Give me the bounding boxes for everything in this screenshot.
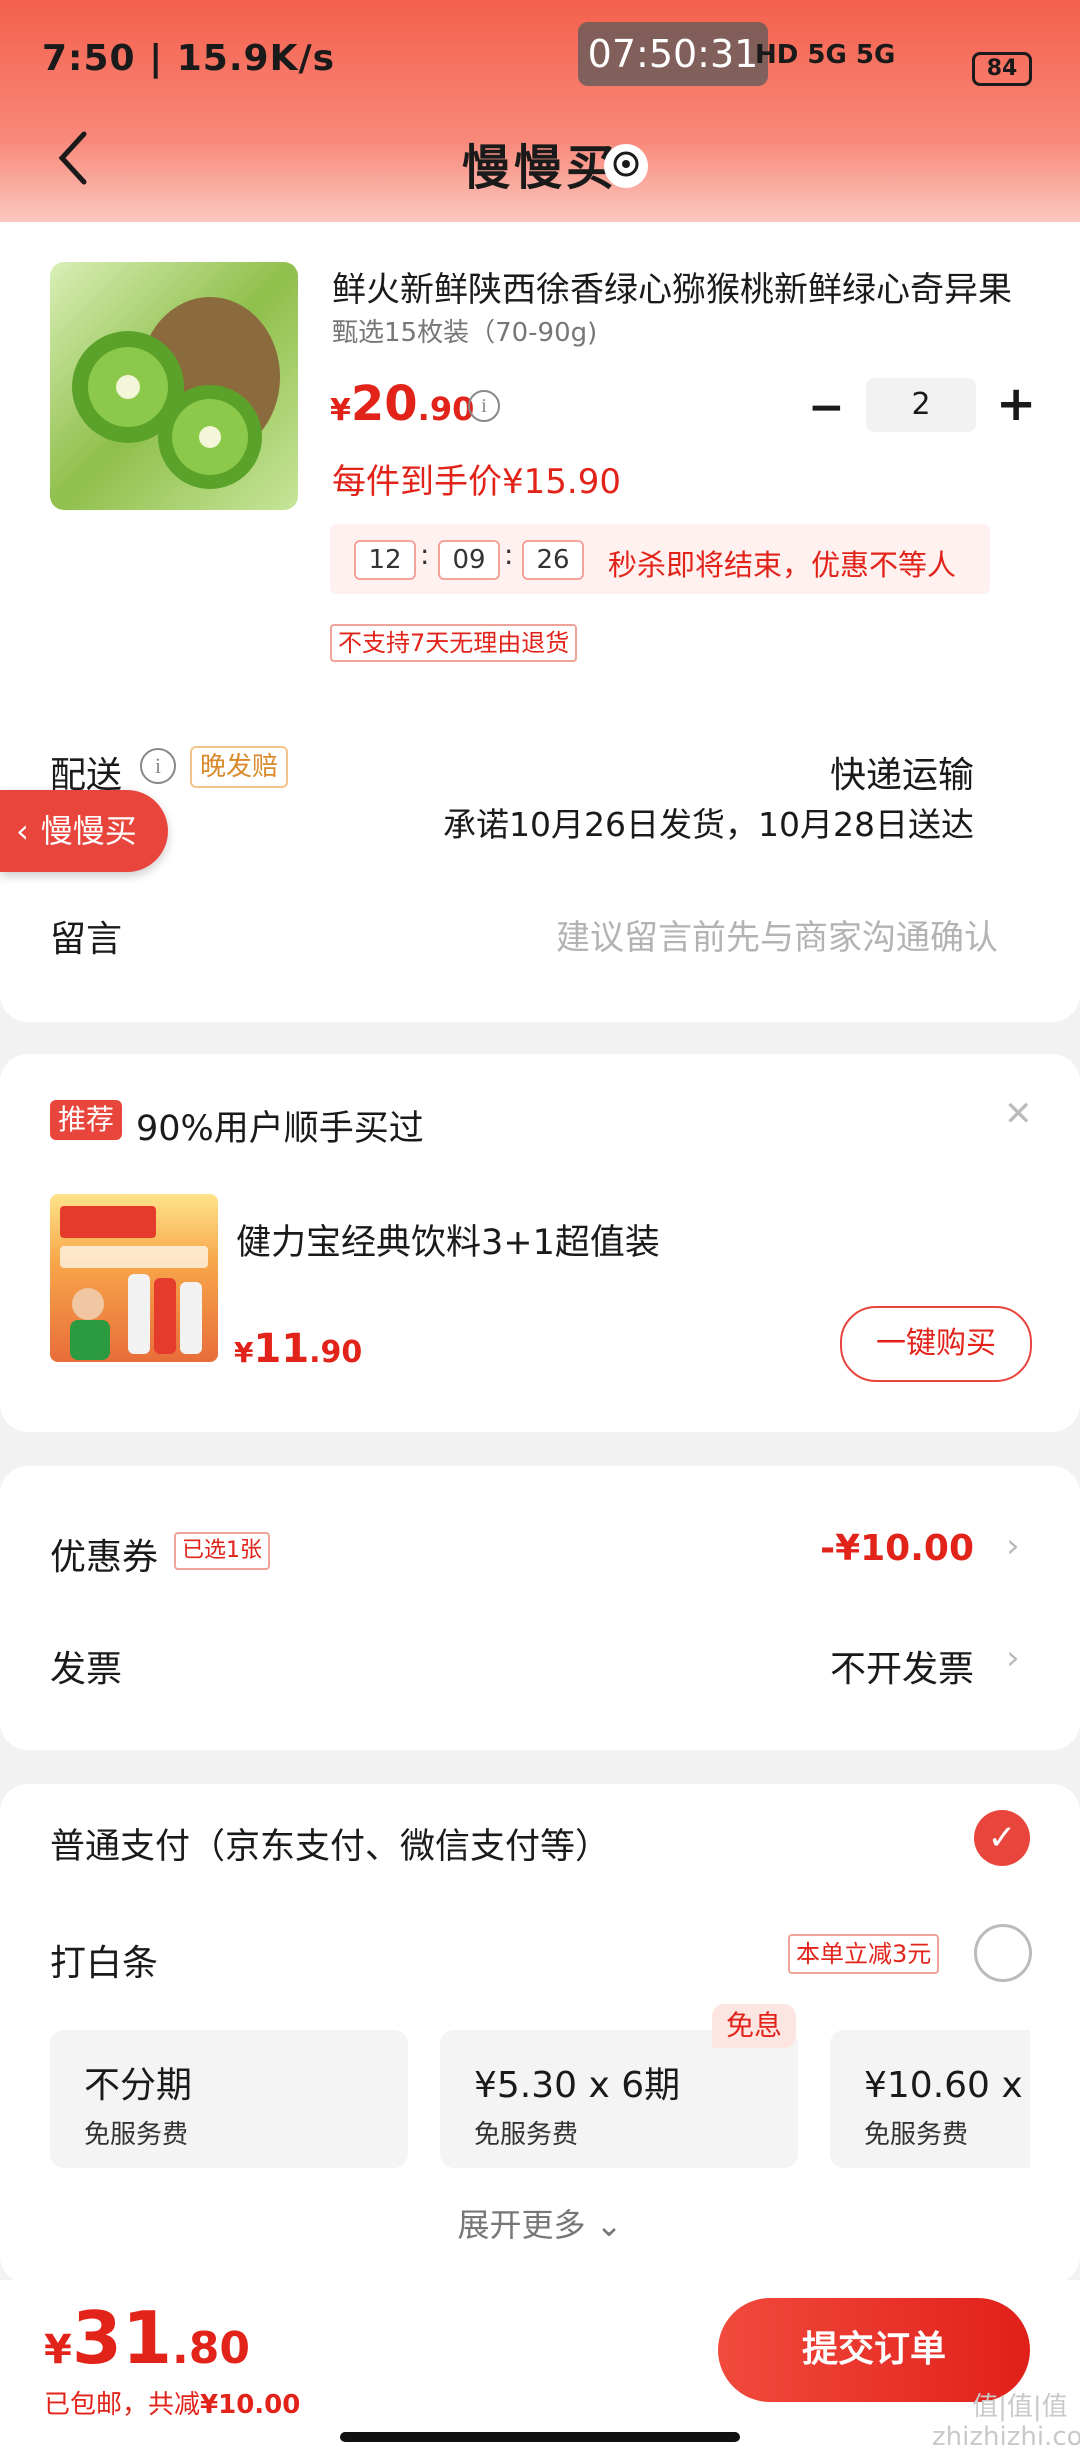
total-discount: ¥10.00 — [200, 2390, 301, 2420]
plan-subtitle: 免服务费 — [474, 2120, 579, 2150]
order-total: ¥31.80 — [44, 2296, 250, 2380]
flash-sale-countdown: 12 : 09 : 26 秒杀即将结束，优惠不等人 — [330, 524, 990, 594]
countdown-separator: : — [420, 538, 430, 571]
normal-payment-option[interactable]: 普通支付（京东支付、微信支付等） — [50, 1818, 610, 1869]
quantity-value[interactable]: 2 — [866, 378, 976, 432]
delivery-type[interactable]: 快递运输 — [830, 746, 974, 798]
coupon-invoice-card — [0, 1466, 1080, 1750]
installment-plan-option[interactable]: 不分期 免服务费 — [50, 2030, 408, 2168]
recommend-title: 90%用户顺手买过 — [136, 1109, 424, 1149]
quantity-increase-button[interactable]: + — [996, 376, 1036, 432]
installment-plan-option[interactable]: ¥5.30 x 6期 免服务费 — [440, 2030, 798, 2168]
invoice-value[interactable]: 不开发票 — [830, 1640, 974, 1692]
chevron-right-icon[interactable]: › — [1006, 1526, 1020, 1566]
screen-clock: 07:50:31 — [578, 22, 768, 86]
recommend-product-price: ¥11.90 — [234, 1326, 362, 1372]
price-integer: 20 — [350, 376, 418, 432]
price-decimal: .90 — [417, 390, 475, 428]
late-compensation-tag[interactable]: 晚发赔 — [190, 746, 289, 788]
coupon-selected-tag: 已选1张 — [174, 1532, 270, 1570]
plan-title: ¥5.30 x 6期 — [474, 2065, 681, 2106]
recommend-product-name[interactable]: 健力宝经典饮料3+1超值装 — [236, 1214, 660, 1265]
countdown-seconds: 26 — [522, 540, 584, 580]
delivery-info-icon[interactable]: i — [140, 748, 176, 784]
installment-plan-option[interactable]: ¥10.60 x 3期 免服务费 — [830, 2030, 1030, 2168]
page-title: 慢慢买 — [461, 140, 618, 196]
total-decimal: .80 — [172, 2323, 250, 2374]
plan-subtitle: 免服务费 — [84, 2120, 189, 2150]
countdown-hours: 12 — [354, 540, 416, 580]
plan-title: ¥10.60 x 3期 — [864, 2065, 1030, 2106]
interest-free-badge: 免息 — [712, 2004, 797, 2048]
invoice-label: 发票 — [50, 1649, 123, 1690]
battery-icon: 84 — [972, 52, 1032, 86]
watermark: 值|值|值 zhizhizhi.com — [932, 2392, 1080, 2452]
countdown-text: 秒杀即将结束，优惠不等人 — [608, 548, 957, 582]
total-integer: 31 — [71, 2296, 173, 2380]
radio-unselected-icon[interactable] — [974, 1924, 1032, 1982]
message-input[interactable]: 建议留言前先与商家沟通确认 — [556, 910, 998, 959]
chevron-right-icon[interactable]: › — [1006, 1638, 1020, 1678]
submit-order-button[interactable]: 提交订单 — [718, 2298, 1030, 2402]
no-return-tag: 不支持7天无理由退货 — [330, 624, 578, 662]
price-currency: ¥ — [234, 1336, 254, 1369]
baitiao-payment-option[interactable]: 打白条 — [50, 1934, 158, 1986]
floating-manmanmai-button[interactable]: ‹ 慢慢买 — [0, 790, 168, 872]
baitiao-discount-tag: 本单立减3元 — [788, 1934, 940, 1974]
floating-button-label: 慢慢买 — [40, 812, 137, 850]
countdown-minutes: 09 — [438, 540, 500, 580]
recommend-tag: 推荐 — [50, 1100, 123, 1140]
product-title[interactable]: 鲜火新鲜陕西徐香绿心猕猴桃新鲜绿心奇异果 — [332, 262, 1022, 311]
total-note: 已包邮，共减¥10.00 — [44, 2384, 300, 2421]
status-bar: 7:50 | 15.9K/s 07:50:31 HD 5G 5G 84 — [0, 0, 1080, 130]
chevron-left-icon: ‹ — [16, 812, 29, 850]
one-click-buy-button[interactable]: 一键购买 — [840, 1306, 1032, 1382]
message-label: 留言 — [50, 919, 123, 960]
total-currency: ¥ — [44, 2327, 72, 2373]
price-currency: ¥ — [330, 393, 351, 428]
product-price: ¥20.90 — [330, 376, 474, 432]
price-integer: 11 — [253, 1326, 310, 1372]
installment-plans: 不分期 免服务费 ¥5.30 x 6期 免服务费 ¥10.60 x 3期 免服务… — [0, 2000, 1030, 2180]
price-decimal: .90 — [309, 1335, 363, 1370]
plan-subtitle: 免服务费 — [864, 2120, 969, 2150]
location-pin-icon[interactable] — [604, 144, 648, 188]
checkmark-selected-icon[interactable]: ✓ — [974, 1810, 1030, 1866]
plan-title: 不分期 — [84, 2065, 193, 2106]
network-indicator: HD 5G 5G — [755, 40, 896, 70]
product-spec: 甄选15枚装（70-90g) — [332, 318, 598, 348]
quantity-decrease-button[interactable]: − — [808, 382, 845, 433]
coupon-label: 优惠券 — [50, 1537, 159, 1578]
countdown-separator: : — [504, 538, 514, 571]
expand-more-button[interactable]: 展开更多 ⌄ — [0, 2200, 1080, 2246]
delivery-promise: 承诺10月26日发货，10月28日送达 — [443, 805, 974, 844]
product-image[interactable] — [50, 262, 298, 510]
coupon-value[interactable]: -¥10.00 — [820, 1528, 974, 1569]
per-item-price: 每件到手价¥15.90 — [332, 462, 621, 502]
status-time-speed: 7:50 | 15.9K/s — [42, 38, 336, 79]
price-info-icon[interactable]: i — [468, 390, 500, 422]
home-indicator[interactable] — [340, 2432, 740, 2442]
shipping-note: 已包邮，共减 — [44, 2390, 201, 2420]
recommend-product-image[interactable] — [50, 1194, 218, 1362]
close-icon[interactable]: ✕ — [1004, 1094, 1033, 1134]
